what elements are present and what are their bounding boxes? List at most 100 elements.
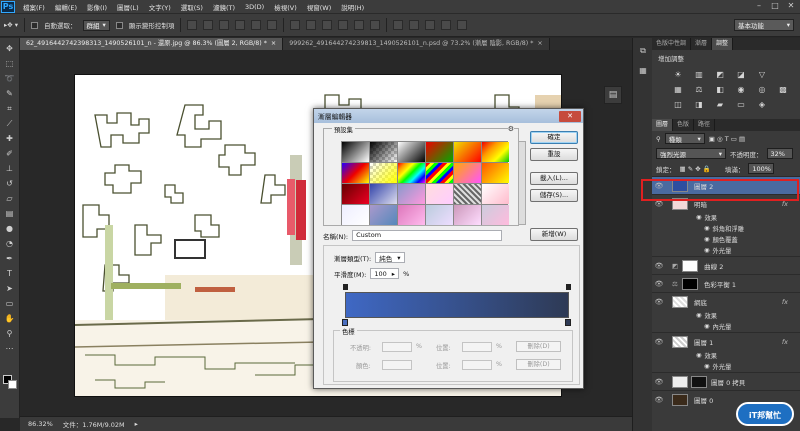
gradient-tool-icon[interactable]: ▤ [3, 207, 17, 220]
close-icon[interactable]: × [537, 38, 542, 50]
distribute-button[interactable] [290, 20, 301, 30]
type-tool-icon[interactable]: T [3, 267, 17, 280]
gear-icon[interactable]: ⚙ [507, 125, 514, 133]
distribute-button[interactable] [306, 20, 317, 30]
preset-swatch[interactable] [454, 205, 481, 225]
stop-color-location-input[interactable] [462, 360, 492, 370]
opacity-stop-left[interactable] [343, 284, 348, 290]
path-selection-tool-icon[interactable]: ➤ [3, 282, 17, 295]
panel-dock-icon[interactable]: ▤ [604, 86, 622, 104]
3d-mode-button[interactable] [393, 20, 404, 30]
tab-swatches[interactable]: 色版中性調 [652, 38, 692, 50]
vibrance-icon[interactable]: ▽ [756, 69, 768, 80]
eye-icon[interactable]: ◉ [704, 247, 710, 254]
move-tool-icon[interactable]: ▸✥ ▾ [4, 21, 18, 29]
menu-file[interactable]: 檔案(F) [18, 2, 50, 12]
smoothness-input[interactable]: 100 ▸ [370, 268, 400, 279]
menu-image[interactable]: 影像(I) [82, 2, 112, 12]
history-panel-icon[interactable]: ⧉ [636, 46, 650, 58]
eye-icon[interactable]: 👁 [654, 378, 664, 386]
preset-swatch[interactable] [342, 163, 369, 183]
layer-row[interactable]: 👁 網底 fx [652, 292, 800, 310]
align-left-button[interactable] [235, 20, 246, 30]
align-middle-button[interactable] [203, 20, 214, 30]
selective-color-icon[interactable]: ◈ [756, 99, 768, 110]
menu-help[interactable]: 說明(H) [336, 2, 369, 12]
menu-type[interactable]: 文字(Y) [144, 2, 176, 12]
color-stop-right[interactable] [565, 319, 571, 326]
save-button[interactable]: 儲存(S)... [530, 189, 578, 202]
brightness-icon[interactable]: ☀ [672, 69, 684, 80]
layer-row[interactable]: 👁 圖層 1 fx [652, 332, 800, 350]
eye-icon[interactable]: ◉ [704, 225, 710, 232]
eye-icon[interactable]: 👁 [654, 396, 664, 404]
chevron-right-icon[interactable]: ▸ [135, 420, 138, 428]
auto-select-checkbox[interactable] [31, 21, 39, 29]
zoom-tool-icon[interactable]: ⚲ [3, 327, 17, 340]
workspace-dropdown[interactable]: 基本功能 ▾ [734, 19, 794, 31]
eye-icon[interactable]: 👁 [654, 298, 664, 306]
stop-color-swatch[interactable] [382, 360, 412, 370]
tab-document-1[interactable]: 62_4916442742398313_1490526101_n - 還原.jp… [20, 38, 284, 50]
more-tools-icon[interactable]: ⋯ [3, 342, 17, 355]
tab-document-2[interactable]: 999262_491644274239813_1490526101_n.psd … [283, 38, 550, 50]
ok-button[interactable]: 確定 [530, 131, 578, 144]
background-color-swatch[interactable] [8, 380, 17, 389]
black-white-icon[interactable]: ◧ [714, 84, 726, 95]
healing-brush-tool-icon[interactable]: ✚ [3, 132, 17, 145]
channel-mixer-icon[interactable]: ◎ [756, 84, 768, 95]
menu-edit[interactable]: 編輯(E) [50, 2, 82, 12]
3d-mode-button[interactable] [425, 20, 436, 30]
maximize-icon[interactable]: □ [768, 1, 782, 11]
menu-select[interactable]: 選取(S) [176, 2, 208, 12]
blend-mode-dropdown[interactable]: 強烈光源 ▾ [656, 148, 726, 159]
gradient-type-dropdown[interactable]: 純色 ▾ [375, 252, 405, 263]
tab-channels[interactable]: 色版 [673, 119, 695, 131]
eye-icon[interactable]: ◉ [696, 312, 702, 319]
load-button[interactable]: 載入(L)... [530, 172, 578, 185]
clone-stamp-tool-icon[interactable]: ⊥ [3, 162, 17, 175]
eyedropper-tool-icon[interactable]: ⟋ [3, 117, 17, 130]
minimize-icon[interactable]: – [752, 1, 766, 11]
preset-swatch[interactable] [370, 205, 397, 225]
eraser-tool-icon[interactable]: ▱ [3, 192, 17, 205]
exposure-icon[interactable]: ◪ [735, 69, 747, 80]
stop-opacity-location-input[interactable] [462, 342, 492, 352]
close-icon[interactable]: ✕ [559, 110, 581, 122]
align-center-button[interactable] [251, 20, 262, 30]
layer-row[interactable]: 👁 圖層 0 拷貝 [652, 372, 800, 390]
fill-input[interactable]: 100% [748, 163, 775, 174]
preset-swatch[interactable] [454, 184, 481, 204]
dodge-tool-icon[interactable]: ◔ [3, 237, 17, 250]
menu-layer[interactable]: 圖層(L) [112, 2, 144, 12]
gradient-preview-bar[interactable] [345, 292, 569, 318]
properties-panel-icon[interactable]: ▦ [636, 66, 650, 78]
color-balance-icon[interactable]: ⚖ [693, 84, 705, 95]
blur-tool-icon[interactable]: ● [3, 222, 17, 235]
preset-swatch[interactable] [342, 142, 369, 162]
transform-controls-checkbox[interactable] [115, 21, 123, 29]
history-brush-tool-icon[interactable]: ↺ [3, 177, 17, 190]
tab-paths[interactable]: 路徑 [694, 119, 716, 131]
preset-swatch[interactable] [454, 142, 481, 162]
3d-mode-button[interactable] [441, 20, 452, 30]
shape-tool-icon[interactable]: ▭ [3, 297, 17, 310]
menu-window[interactable]: 視窗(W) [302, 2, 337, 12]
lasso-tool-icon[interactable]: ➰ [3, 72, 17, 85]
color-stop-left[interactable] [342, 319, 348, 326]
preset-swatch[interactable] [482, 142, 509, 162]
close-icon[interactable]: × [271, 38, 276, 50]
eye-icon[interactable]: ◉ [696, 352, 702, 359]
zoom-level[interactable]: 86.32% [28, 420, 53, 428]
layer-name[interactable]: 圖層 0 [694, 395, 713, 405]
eye-icon[interactable]: 👁 [654, 262, 664, 270]
pen-tool-icon[interactable]: ✒ [3, 252, 17, 265]
preset-swatch[interactable] [342, 205, 369, 225]
preset-swatch[interactable] [370, 142, 397, 162]
preset-swatch[interactable] [426, 205, 453, 225]
crop-tool-icon[interactable]: ⌗ [3, 102, 17, 115]
reset-button[interactable]: 重設 [530, 148, 578, 161]
preset-swatch[interactable] [370, 163, 397, 183]
align-right-button[interactable] [267, 20, 278, 30]
layer-name[interactable]: 圖層 1 [694, 337, 713, 347]
